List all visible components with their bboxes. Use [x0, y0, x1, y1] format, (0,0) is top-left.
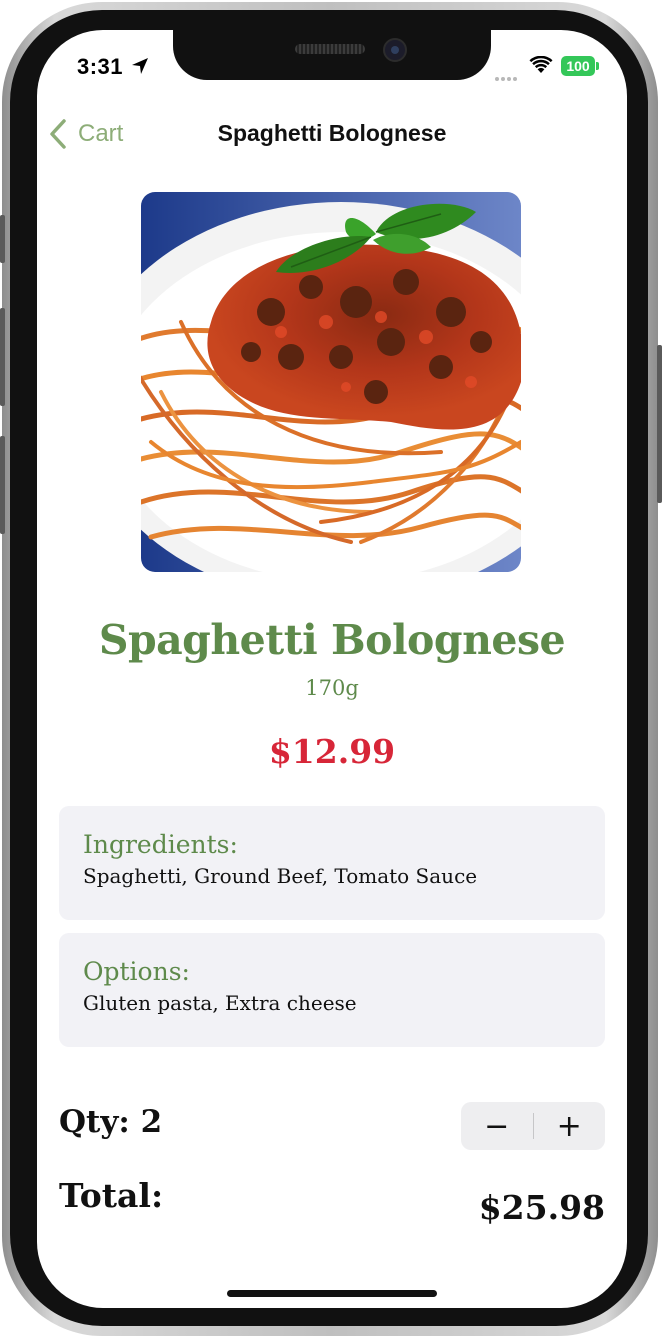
battery-level: 100 [561, 56, 595, 76]
total-value: $25.98 [478, 1188, 605, 1227]
ingredients-text: Spaghetti, Ground Beef, Tomato Sauce [83, 864, 478, 888]
location-arrow-icon [132, 58, 148, 74]
total-label: Total: [59, 1176, 164, 1215]
dish-photo [141, 192, 521, 572]
dish-name: Spaghetti Bolognese [98, 616, 566, 664]
screen: 3:31 100 Cart Spaghetti Bolognese Spaghe… [37, 30, 627, 1308]
ingredients-heading: Ingredients: [83, 830, 238, 859]
plus-icon: + [556, 1108, 582, 1144]
ingredients-card: Ingredients: Spaghetti, Ground Beef, Tom… [59, 806, 605, 920]
options-text: Gluten pasta, Extra cheese [83, 991, 357, 1015]
volume-up-button [0, 308, 5, 406]
power-button [657, 345, 662, 503]
quantity-label: Qty: 2 [59, 1104, 163, 1140]
options-heading: Options: [83, 957, 190, 986]
front-camera [383, 38, 407, 62]
dish-price: $12.99 [268, 732, 396, 771]
mute-switch [0, 215, 5, 263]
notch [173, 30, 491, 80]
battery-icon: 100 [561, 56, 599, 76]
options-card: Options: Gluten pasta, Extra cheese [59, 933, 605, 1047]
decrement-button[interactable]: − [461, 1102, 533, 1150]
nav-title: Spaghetti Bolognese [217, 120, 447, 146]
volume-down-button [0, 436, 5, 534]
signal-icon [495, 68, 521, 81]
earpiece-speaker [295, 44, 365, 54]
status-time: 3:31 [77, 54, 124, 79]
increment-button[interactable]: + [534, 1102, 606, 1150]
home-indicator[interactable] [227, 1290, 437, 1297]
wifi-icon [529, 56, 553, 73]
minus-icon: − [484, 1108, 510, 1144]
quantity-stepper: − + [461, 1102, 605, 1150]
dish-weight: 170g [305, 676, 359, 700]
